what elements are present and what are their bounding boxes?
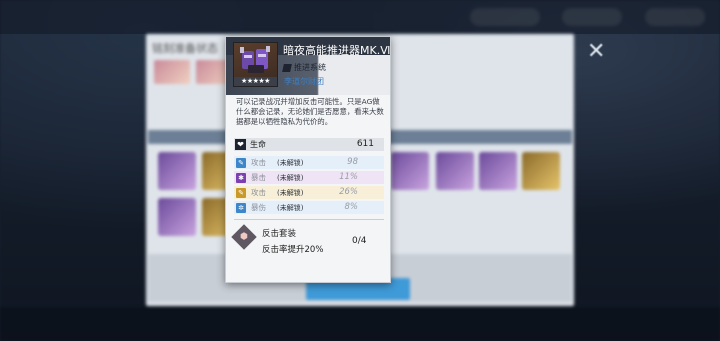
set-name: 反击套装 bbox=[262, 229, 297, 239]
stat-value: 26% bbox=[339, 187, 358, 197]
stat-value: 8% bbox=[344, 202, 359, 212]
equipment-slot[interactable] bbox=[158, 198, 196, 236]
counter-set-glyph: ⬢ bbox=[240, 232, 248, 242]
faction-label: 李道尔财团 bbox=[284, 77, 324, 86]
stat-value: 98 bbox=[347, 157, 358, 167]
stat-label: 暴击 bbox=[251, 173, 266, 182]
equipment-slot[interactable] bbox=[391, 152, 429, 190]
category-label: 推进系统 bbox=[294, 63, 326, 72]
heart-icon: ❤ bbox=[235, 139, 246, 150]
sub-stat-row: ✲ 暴伤 (未解锁) 8% bbox=[234, 201, 384, 214]
stat-label: 攻击 bbox=[251, 158, 266, 167]
sub-stat-row: ✎ 攻击 (未解锁) 98 bbox=[234, 156, 384, 169]
equipment-slot[interactable] bbox=[436, 152, 474, 190]
item-name: 暗夜高能推进器MK.Ⅵ bbox=[283, 44, 391, 57]
stat-value: 611 bbox=[356, 139, 374, 149]
sub-stat-row: ✎ 攻击 (未解锁) 26% bbox=[234, 186, 384, 199]
critdmg-icon: ✲ bbox=[236, 202, 246, 213]
item-category: 推进系统 bbox=[282, 62, 326, 73]
sub-stat-row: ✱ 暴击 (未解锁) 11% bbox=[234, 171, 384, 184]
rarity-stars: ★★★★★ bbox=[234, 77, 277, 86]
set-progress: 0/4 bbox=[352, 236, 367, 246]
panel-title: 铭刻准备状态 bbox=[152, 42, 218, 55]
stat-lock-status: (未解锁) bbox=[277, 173, 304, 182]
stat-lock-status: (未解锁) bbox=[277, 188, 304, 197]
equipment-slot[interactable] bbox=[479, 152, 517, 190]
set-effect: 反击率提升20% bbox=[262, 245, 324, 255]
thruster-category-icon bbox=[282, 63, 292, 72]
stat-lock-status: (未解锁) bbox=[277, 203, 304, 212]
crit-icon: ✱ bbox=[236, 172, 246, 183]
equipment-slot[interactable] bbox=[522, 152, 560, 190]
divider bbox=[234, 219, 384, 220]
stat-lock-status: (未解锁) bbox=[277, 158, 304, 167]
sword-icon: ✎ bbox=[236, 187, 246, 198]
base-stat-hp: ❤ 生命 611 bbox=[234, 138, 384, 151]
counter-set-icon: ⬢ bbox=[231, 224, 257, 250]
stat-label: 生命 bbox=[250, 140, 266, 149]
close-icon[interactable]: ✕ bbox=[587, 41, 605, 63]
character-thumb[interactable] bbox=[154, 60, 190, 84]
sword-icon: ✎ bbox=[236, 157, 246, 168]
stat-label: 暴伤 bbox=[251, 203, 266, 212]
stat-value: 11% bbox=[339, 172, 358, 182]
item-tooltip: ★★★★★ 暗夜高能推进器MK.Ⅵ 推进系统 李道尔财团 可以记录战况并增加反击… bbox=[225, 36, 391, 283]
thruster-icon bbox=[240, 46, 270, 73]
stat-label: 攻击 bbox=[251, 188, 266, 197]
equipment-slot[interactable] bbox=[158, 152, 196, 190]
item-description: 可以记录战况并增加反击可能性。只是AG做什么都会记录，无论她们是否愿意，看来大数… bbox=[236, 97, 384, 126]
